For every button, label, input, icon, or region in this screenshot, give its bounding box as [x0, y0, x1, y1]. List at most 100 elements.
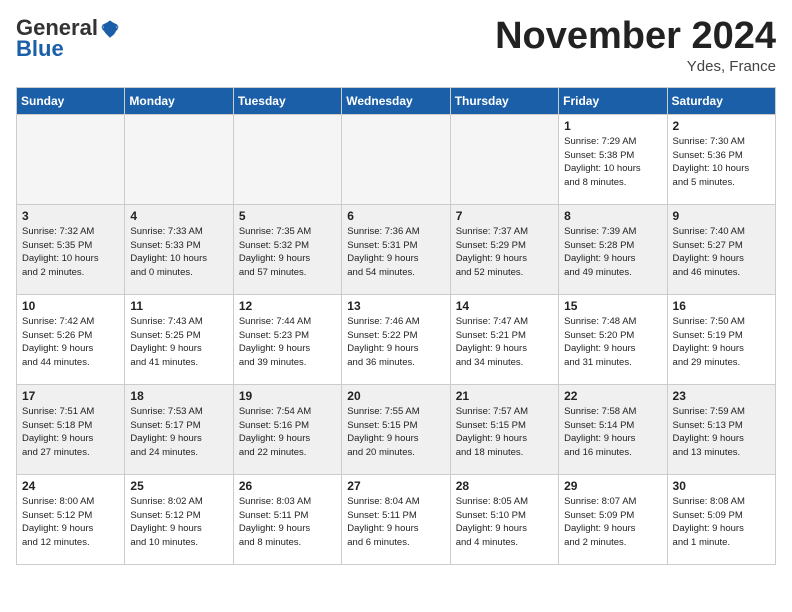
day-number: 13	[347, 299, 445, 313]
day-number: 19	[239, 389, 337, 403]
day-number: 14	[456, 299, 554, 313]
calendar-day: 9 Sunrise: 7:40 AM Sunset: 5:27 PM Daylig…	[667, 204, 775, 294]
calendar-day: 2Sunrise: 7:30 AM Sunset: 5:36 PM Daylig…	[667, 114, 775, 204]
day-info: Sunrise: 8:04 AM Sunset: 5:11 PM Dayligh…	[347, 495, 445, 550]
day-info: Sunrise: 7:51 AM Sunset: 5:18 PM Dayligh…	[22, 405, 120, 460]
calendar-day: 16 Sunrise: 7:50 AM Sunset: 5:19 PM Dayli…	[667, 294, 775, 384]
calendar-day: 27Sunrise: 8:04 AM Sunset: 5:11 PM Dayli…	[342, 474, 450, 564]
day-info: Sunrise: 7:40 AM Sunset: 5:27 PM Dayligh…	[673, 225, 771, 280]
day-number: 5	[239, 209, 337, 223]
day-number: 26	[239, 479, 337, 493]
calendar-day	[450, 114, 558, 204]
calendar-week-4: 17 Sunrise: 7:51 AM Sunset: 5:18 PM Dayli…	[17, 384, 776, 474]
day-info: Sunrise: 7:53 AM Sunset: 5:17 PM Dayligh…	[130, 405, 228, 460]
calendar-day: 19 Sunrise: 7:54 AM Sunset: 5:16 PM Dayli…	[233, 384, 341, 474]
day-number: 1	[564, 119, 662, 133]
calendar-day: 26 Sunrise: 8:03 AM Sunset: 5:11 PM Dayli…	[233, 474, 341, 564]
calendar-day	[233, 114, 341, 204]
day-number: 29	[564, 479, 662, 493]
day-number: 16	[673, 299, 771, 313]
calendar-day: 8Sunrise: 7:39 AM Sunset: 5:28 PM Daylig…	[559, 204, 667, 294]
day-number: 24	[22, 479, 120, 493]
calendar-day: 4 Sunrise: 7:33 AM Sunset: 5:33 PM Daylig…	[125, 204, 233, 294]
day-number: 11	[130, 299, 228, 313]
day-number: 25	[130, 479, 228, 493]
calendar-day	[125, 114, 233, 204]
day-info: Sunrise: 8:05 AM Sunset: 5:10 PM Dayligh…	[456, 495, 554, 550]
logo-blue: Blue	[16, 36, 64, 62]
day-info: Sunrise: 7:47 AM Sunset: 5:21 PM Dayligh…	[456, 315, 554, 370]
day-info: Sunrise: 7:54 AM Sunset: 5:16 PM Dayligh…	[239, 405, 337, 460]
logo: General Blue	[16, 16, 120, 62]
day-number: 3	[22, 209, 120, 223]
day-info: Sunrise: 7:36 AM Sunset: 5:31 PM Dayligh…	[347, 225, 445, 280]
calendar-day: 3 Sunrise: 7:32 AM Sunset: 5:35 PM Daylig…	[17, 204, 125, 294]
day-info: Sunrise: 7:42 AM Sunset: 5:26 PM Dayligh…	[22, 315, 120, 370]
day-info: Sunrise: 8:02 AM Sunset: 5:12 PM Dayligh…	[130, 495, 228, 550]
calendar-table: SundayMondayTuesdayWednesdayThursdayFrid…	[16, 87, 776, 565]
calendar-day: 29 Sunrise: 8:07 AM Sunset: 5:09 PM Dayli…	[559, 474, 667, 564]
day-info: Sunrise: 7:44 AM Sunset: 5:23 PM Dayligh…	[239, 315, 337, 370]
day-info: Sunrise: 8:07 AM Sunset: 5:09 PM Dayligh…	[564, 495, 662, 550]
day-number: 12	[239, 299, 337, 313]
weekday-header-sunday: Sunday	[17, 87, 125, 114]
weekday-header-monday: Monday	[125, 87, 233, 114]
weekday-header-wednesday: Wednesday	[342, 87, 450, 114]
day-info: Sunrise: 8:00 AM Sunset: 5:12 PM Dayligh…	[22, 495, 120, 550]
logo-icon	[100, 19, 120, 39]
day-info: Sunrise: 7:29 AM Sunset: 5:38 PM Dayligh…	[564, 135, 662, 190]
weekday-header-row: SundayMondayTuesdayWednesdayThursdayFrid…	[17, 87, 776, 114]
calendar-day: 13 Sunrise: 7:46 AM Sunset: 5:22 PM Dayli…	[342, 294, 450, 384]
day-info: Sunrise: 7:30 AM Sunset: 5:36 PM Dayligh…	[673, 135, 771, 190]
calendar-week-5: 24 Sunrise: 8:00 AM Sunset: 5:12 PM Dayli…	[17, 474, 776, 564]
day-info: Sunrise: 7:43 AM Sunset: 5:25 PM Dayligh…	[130, 315, 228, 370]
day-info: Sunrise: 7:35 AM Sunset: 5:32 PM Dayligh…	[239, 225, 337, 280]
calendar-day: 7 Sunrise: 7:37 AM Sunset: 5:29 PM Daylig…	[450, 204, 558, 294]
day-number: 17	[22, 389, 120, 403]
day-number: 15	[564, 299, 662, 313]
day-info: Sunrise: 7:32 AM Sunset: 5:35 PM Dayligh…	[22, 225, 120, 280]
day-info: Sunrise: 7:57 AM Sunset: 5:15 PM Dayligh…	[456, 405, 554, 460]
day-info: Sunrise: 7:46 AM Sunset: 5:22 PM Dayligh…	[347, 315, 445, 370]
calendar-day: 21Sunrise: 7:57 AM Sunset: 5:15 PM Dayli…	[450, 384, 558, 474]
day-number: 22	[564, 389, 662, 403]
month-heading: November 2024	[495, 16, 776, 58]
calendar-day: 17 Sunrise: 7:51 AM Sunset: 5:18 PM Dayli…	[17, 384, 125, 474]
day-info: Sunrise: 7:59 AM Sunset: 5:13 PM Dayligh…	[673, 405, 771, 460]
weekday-header-friday: Friday	[559, 87, 667, 114]
day-number: 6	[347, 209, 445, 223]
weekday-header-tuesday: Tuesday	[233, 87, 341, 114]
calendar-day	[342, 114, 450, 204]
day-info: Sunrise: 8:08 AM Sunset: 5:09 PM Dayligh…	[673, 495, 771, 550]
day-info: Sunrise: 7:33 AM Sunset: 5:33 PM Dayligh…	[130, 225, 228, 280]
month-title: November 2024 Ydes, France	[495, 16, 776, 75]
calendar-day: 18Sunrise: 7:53 AM Sunset: 5:17 PM Dayli…	[125, 384, 233, 474]
day-info: Sunrise: 7:48 AM Sunset: 5:20 PM Dayligh…	[564, 315, 662, 370]
calendar-day: 30 Sunrise: 8:08 AM Sunset: 5:09 PM Dayli…	[667, 474, 775, 564]
calendar-day: 1 Sunrise: 7:29 AM Sunset: 5:38 PM Daylig…	[559, 114, 667, 204]
weekday-header-saturday: Saturday	[667, 87, 775, 114]
calendar-day: 6 Sunrise: 7:36 AM Sunset: 5:31 PM Daylig…	[342, 204, 450, 294]
day-info: Sunrise: 7:50 AM Sunset: 5:19 PM Dayligh…	[673, 315, 771, 370]
calendar-week-3: 10 Sunrise: 7:42 AM Sunset: 5:26 PM Dayli…	[17, 294, 776, 384]
calendar-week-1: 1 Sunrise: 7:29 AM Sunset: 5:38 PM Daylig…	[17, 114, 776, 204]
day-info: Sunrise: 8:03 AM Sunset: 5:11 PM Dayligh…	[239, 495, 337, 550]
day-number: 30	[673, 479, 771, 493]
day-number: 23	[673, 389, 771, 403]
calendar-day: 24 Sunrise: 8:00 AM Sunset: 5:12 PM Dayli…	[17, 474, 125, 564]
day-number: 4	[130, 209, 228, 223]
day-info: Sunrise: 7:37 AM Sunset: 5:29 PM Dayligh…	[456, 225, 554, 280]
calendar-day: 10 Sunrise: 7:42 AM Sunset: 5:26 PM Dayli…	[17, 294, 125, 384]
day-info: Sunrise: 7:55 AM Sunset: 5:15 PM Dayligh…	[347, 405, 445, 460]
day-number: 7	[456, 209, 554, 223]
calendar-day: 22Sunrise: 7:58 AM Sunset: 5:14 PM Dayli…	[559, 384, 667, 474]
day-number: 9	[673, 209, 771, 223]
calendar-day: 11 Sunrise: 7:43 AM Sunset: 5:25 PM Dayli…	[125, 294, 233, 384]
calendar-day: 5 Sunrise: 7:35 AM Sunset: 5:32 PM Daylig…	[233, 204, 341, 294]
location-label: Ydes, France	[495, 58, 776, 75]
day-number: 10	[22, 299, 120, 313]
calendar-day: 23 Sunrise: 7:59 AM Sunset: 5:13 PM Dayli…	[667, 384, 775, 474]
calendar-day: 15 Sunrise: 7:48 AM Sunset: 5:20 PM Dayli…	[559, 294, 667, 384]
day-info: Sunrise: 7:39 AM Sunset: 5:28 PM Dayligh…	[564, 225, 662, 280]
calendar-day: 28Sunrise: 8:05 AM Sunset: 5:10 PM Dayli…	[450, 474, 558, 564]
